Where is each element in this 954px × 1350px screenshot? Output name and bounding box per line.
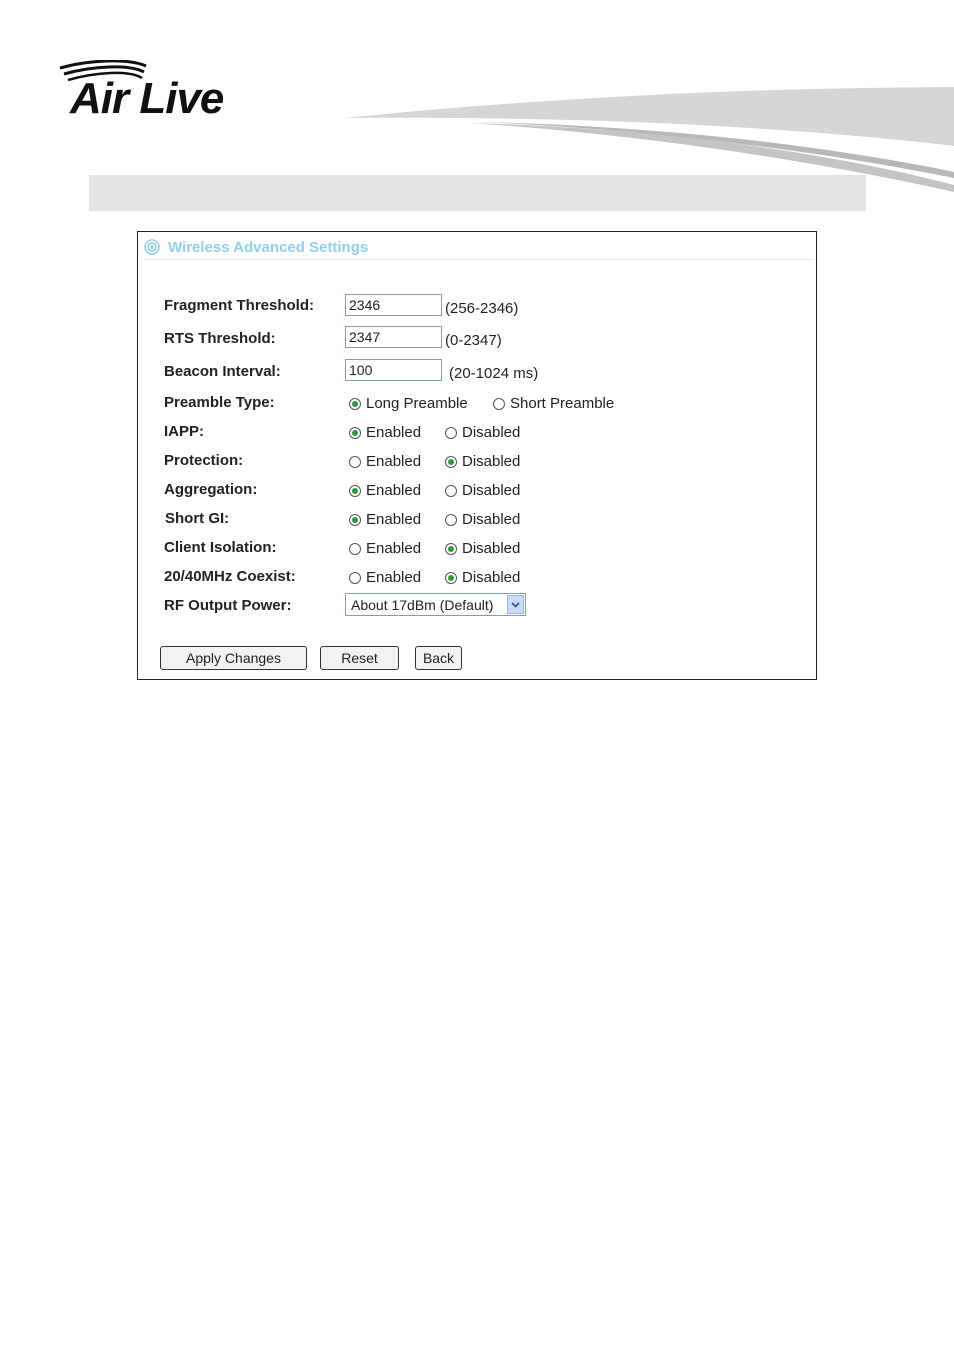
aggregation-enabled-option[interactable]: Enabled xyxy=(349,482,421,499)
apply-changes-button[interactable]: Apply Changes xyxy=(160,646,307,670)
enabled-label: Enabled xyxy=(366,482,422,499)
panel-header: Wireless Advanced Settings xyxy=(144,237,368,257)
aggregation-disabled-radio[interactable] xyxy=(445,484,457,497)
chevron-down-icon[interactable] xyxy=(507,595,524,614)
client-isolation-disabled-option[interactable]: Disabled xyxy=(445,540,520,557)
enabled-label: Enabled xyxy=(366,424,422,441)
iapp-enabled-radio[interactable] xyxy=(349,426,361,439)
disabled-label: Disabled xyxy=(462,540,521,557)
coexist-enabled-radio[interactable] xyxy=(349,571,361,584)
iapp-label: IAPP: xyxy=(164,423,205,440)
iapp-disabled-radio[interactable] xyxy=(445,426,457,439)
short-gi-enabled-option[interactable]: Enabled xyxy=(349,511,421,528)
protection-enabled-radio[interactable] xyxy=(349,455,361,468)
protection-enabled-option[interactable]: Enabled xyxy=(349,453,421,470)
rf-output-power-select[interactable]: About 17dBm (Default) xyxy=(345,593,526,616)
beacon-interval-input[interactable] xyxy=(345,359,442,381)
panel-title: Wireless Advanced Settings xyxy=(168,238,369,256)
aggregation-label: Aggregation: xyxy=(164,481,258,498)
disabled-label: Disabled xyxy=(462,482,521,499)
rf-output-power-label: RF Output Power: xyxy=(164,597,292,614)
coexist-label: 20/40MHz Coexist: xyxy=(164,568,296,585)
aggregation-enabled-radio[interactable] xyxy=(349,484,361,497)
short-gi-disabled-radio[interactable] xyxy=(445,513,457,526)
logo-wordmark: Air Live xyxy=(70,74,224,123)
disabled-label: Disabled xyxy=(462,511,521,528)
rts-threshold-label: RTS Threshold: xyxy=(164,330,276,347)
protection-disabled-option[interactable]: Disabled xyxy=(445,453,520,470)
coexist-enabled-option[interactable]: Enabled xyxy=(349,569,421,586)
short-gi-disabled-option[interactable]: Disabled xyxy=(445,511,520,528)
short-preamble-radio[interactable] xyxy=(493,397,505,410)
enabled-label: Enabled xyxy=(366,540,422,557)
enabled-label: Enabled xyxy=(366,511,422,528)
protection-disabled-radio[interactable] xyxy=(445,455,457,468)
fragment-threshold-input[interactable] xyxy=(345,294,442,316)
client-isolation-label: Client Isolation: xyxy=(164,539,277,556)
preamble-type-label: Preamble Type: xyxy=(164,394,275,411)
beacon-interval-range: (20-1024 ms) xyxy=(449,365,539,382)
disabled-label: Disabled xyxy=(462,569,521,586)
reset-button[interactable]: Reset xyxy=(320,646,399,670)
client-isolation-disabled-radio[interactable] xyxy=(445,542,457,555)
short-gi-label: Short GI: xyxy=(165,510,230,527)
short-preamble-label: Short Preamble xyxy=(510,395,615,412)
fragment-threshold-label: Fragment Threshold: xyxy=(164,297,315,314)
aggregation-disabled-option[interactable]: Disabled xyxy=(445,482,520,499)
preamble-short-option[interactable]: Short Preamble xyxy=(493,395,614,412)
disabled-label: Disabled xyxy=(462,424,521,441)
fragment-threshold-range: (256-2346) xyxy=(445,300,519,317)
target-icon xyxy=(144,239,160,255)
disabled-label: Disabled xyxy=(462,453,521,470)
section-header-bar xyxy=(89,175,866,211)
rts-threshold-range: (0-2347) xyxy=(445,332,502,349)
title-divider xyxy=(144,259,812,260)
iapp-enabled-option[interactable]: Enabled xyxy=(349,424,421,441)
long-preamble-label: Long Preamble xyxy=(366,395,468,412)
enabled-label: Enabled xyxy=(366,569,422,586)
iapp-disabled-option[interactable]: Disabled xyxy=(445,424,520,441)
protection-label: Protection: xyxy=(164,452,244,469)
preamble-long-option[interactable]: Long Preamble xyxy=(349,395,468,412)
wireless-advanced-settings-panel: Wireless Advanced Settings Fragment Thre… xyxy=(137,231,817,680)
client-isolation-enabled-radio[interactable] xyxy=(349,542,361,555)
beacon-interval-label: Beacon Interval: xyxy=(164,363,281,380)
back-button[interactable]: Back xyxy=(415,646,462,670)
long-preamble-radio[interactable] xyxy=(349,397,361,410)
client-isolation-enabled-option[interactable]: Enabled xyxy=(349,540,421,557)
enabled-label: Enabled xyxy=(366,453,422,470)
rf-output-power-value: About 17dBm (Default) xyxy=(351,596,494,613)
coexist-disabled-option[interactable]: Disabled xyxy=(445,569,520,586)
rts-threshold-input[interactable] xyxy=(345,326,442,348)
short-gi-enabled-radio[interactable] xyxy=(349,513,361,526)
coexist-disabled-radio[interactable] xyxy=(445,571,457,584)
